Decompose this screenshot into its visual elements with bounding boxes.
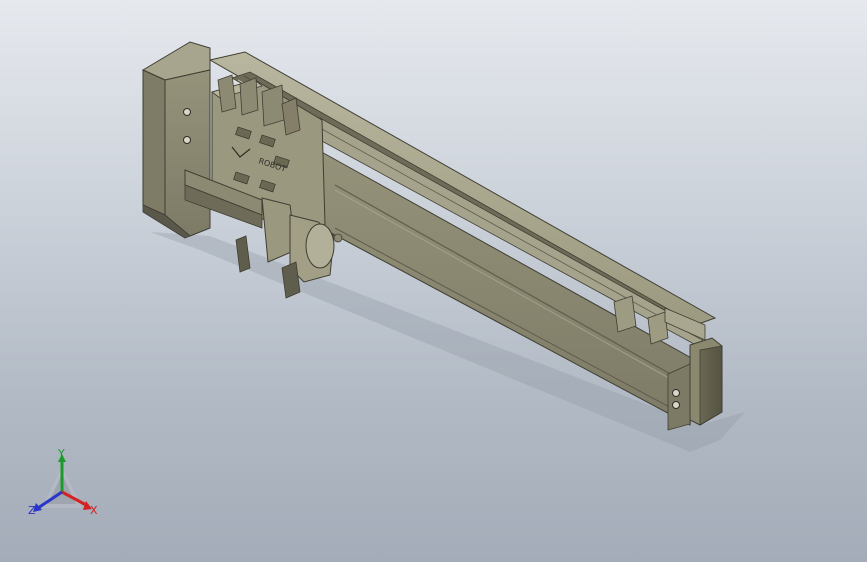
view-orientation-triad[interactable]: Y Z X	[22, 448, 106, 520]
axis-label-y: Y	[58, 447, 65, 460]
axis-label-z: Z	[28, 504, 36, 517]
graphics-viewport[interactable]: ROBOT Y Z X	[0, 0, 867, 562]
linear-actuator-model[interactable]: ROBOT	[0, 0, 867, 562]
axis-label-x: X	[90, 504, 98, 517]
motor-block[interactable]	[141, 41, 211, 239]
